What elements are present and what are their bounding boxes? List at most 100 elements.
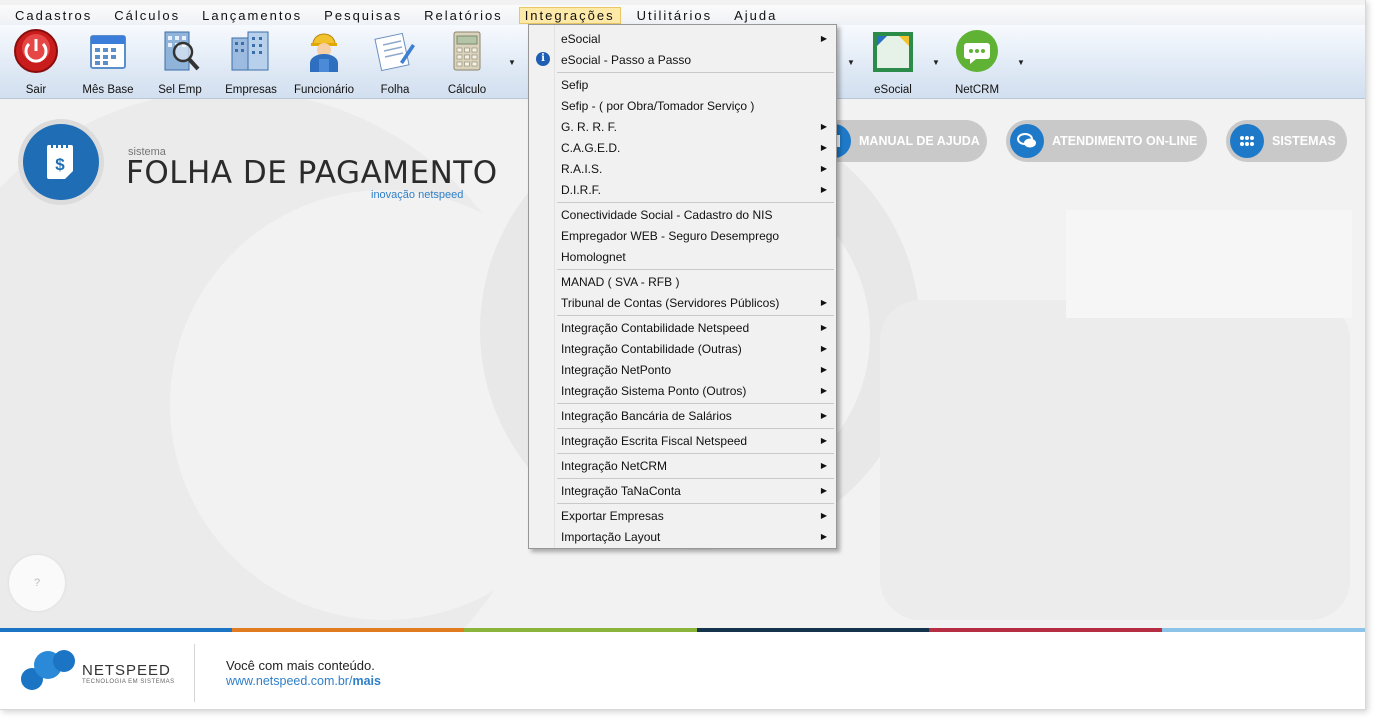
menu-item-label: G. R. R. F. bbox=[561, 120, 618, 134]
menu-separator bbox=[557, 72, 834, 73]
menu-item-empregador-web[interactable]: Empregador WEB - Seguro Desemprego bbox=[561, 226, 831, 246]
menu-calculos[interactable]: Cálculos bbox=[108, 7, 186, 24]
menu-item-sefip-obra[interactable]: Sefip - ( por Obra/Tomador Serviço ) bbox=[561, 96, 831, 116]
background-shape bbox=[880, 300, 1350, 620]
esocial-label: eSocial bbox=[874, 84, 912, 96]
funcionario-button[interactable]: Funcionário bbox=[288, 28, 360, 96]
menu-item-label: Importação Layout bbox=[561, 530, 661, 544]
footer-link-bold: mais bbox=[352, 674, 381, 688]
menu-item-label: Sefip - ( por Obra/Tomador Serviço ) bbox=[561, 99, 755, 113]
menu-separator bbox=[557, 478, 834, 479]
submenu-arrow-icon: ▶ bbox=[820, 411, 827, 420]
help-button[interactable]: ? bbox=[9, 555, 65, 611]
menu-item-tanaconta[interactable]: Integração TaNaConta ▶ bbox=[561, 481, 831, 501]
svg-text:$: $ bbox=[55, 155, 65, 174]
menu-integracoes[interactable]: Integrações bbox=[518, 6, 621, 24]
menu-item-importacao-layout[interactable]: Importação Layout ▶ bbox=[561, 527, 831, 547]
calculo-dropdown-arrow[interactable]: ▼ bbox=[508, 58, 516, 67]
sair-button[interactable]: Sair bbox=[0, 28, 72, 96]
atendimento-online-button[interactable]: ATENDIMENTO ON-LINE bbox=[1006, 120, 1207, 162]
menu-item-label: R.A.I.S. bbox=[561, 162, 603, 176]
menu-item-caged[interactable]: C.A.G.E.D. ▶ bbox=[561, 138, 831, 158]
menu-item-dirf[interactable]: D.I.R.F. ▶ bbox=[561, 180, 831, 200]
menu-bar: Cadastros Cálculos Lançamentos Pesquisas… bbox=[0, 5, 1365, 25]
menu-item-homolognet[interactable]: Homolognet bbox=[561, 247, 831, 267]
info-icon: i bbox=[536, 52, 550, 66]
netcrm-button[interactable]: NetCRM bbox=[941, 28, 1013, 96]
menu-item-exportar-empresas[interactable]: Exportar Empresas ▶ bbox=[561, 506, 831, 526]
page-subtitle: inovação netspeed bbox=[371, 189, 464, 201]
menu-item-label: MANAD ( SVA - RFB ) bbox=[561, 275, 680, 289]
menu-item-label: eSocial - Passo a Passo bbox=[561, 53, 692, 67]
esocial-dropdown-arrow[interactable]: ▼ bbox=[932, 58, 940, 67]
menu-separator bbox=[557, 403, 834, 404]
menu-item-esocial-passo-a-passo[interactable]: eSocial - Passo a Passo bbox=[561, 50, 831, 70]
menu-ajuda[interactable]: Ajuda bbox=[728, 7, 783, 24]
info-panel bbox=[1066, 210, 1352, 318]
menu-item-netponto[interactable]: Integração NetPonto ▶ bbox=[561, 360, 831, 380]
menu-item-bancaria-salarios[interactable]: Integração Bancária de Salários ▶ bbox=[561, 406, 831, 426]
buildings-icon bbox=[228, 28, 274, 74]
footer-link[interactable]: www.netspeed.com.br/mais bbox=[226, 674, 381, 688]
menu-item-label: eSocial bbox=[561, 32, 601, 46]
menu-item-manad[interactable]: MANAD ( SVA - RFB ) bbox=[561, 272, 831, 292]
menu-item-label: Integração Bancária de Salários bbox=[561, 409, 732, 423]
menu-item-conectividade-social[interactable]: Conectividade Social - Cadastro do NIS bbox=[561, 205, 831, 225]
footer-link-prefix: www.netspeed.com.br/ bbox=[226, 674, 353, 688]
netspeed-logo-icon bbox=[21, 650, 75, 690]
menu-item-contabilidade-outras[interactable]: Integração Contabilidade (Outras) ▶ bbox=[561, 339, 831, 359]
sistemas-button[interactable]: SISTEMAS bbox=[1226, 120, 1347, 162]
submenu-arrow-icon: ▶ bbox=[820, 34, 827, 43]
menu-item-netcrm[interactable]: Integração NetCRM ▶ bbox=[561, 456, 831, 476]
menu-item-label: Sefip bbox=[561, 78, 589, 92]
dropdown-arrow[interactable]: ▼ bbox=[847, 58, 855, 67]
calculo-button[interactable]: Cálculo bbox=[431, 28, 503, 96]
calculo-label: Cálculo bbox=[447, 84, 487, 96]
menu-item-label: Integração Contabilidade Netspeed bbox=[561, 321, 750, 335]
menu-item-sistema-ponto[interactable]: Integração Sistema Ponto (Outros) ▶ bbox=[561, 381, 831, 401]
menu-item-esocial[interactable]: eSocial ▶ bbox=[561, 29, 831, 49]
menu-item-escrita-fiscal[interactable]: Integração Escrita Fiscal Netspeed ▶ bbox=[561, 431, 831, 451]
menu-utilitarios[interactable]: Utilitários bbox=[631, 7, 718, 24]
system-logo: $ bbox=[18, 119, 104, 205]
submenu-arrow-icon: ▶ bbox=[820, 386, 827, 395]
menu-separator bbox=[557, 202, 834, 203]
folha-button[interactable]: Folha bbox=[359, 28, 431, 96]
folha-label: Folha bbox=[380, 84, 410, 96]
menu-pesquisas[interactable]: Pesquisas bbox=[318, 7, 408, 24]
app-window: Cadastros Cálculos Lançamentos Pesquisas… bbox=[0, 0, 1366, 710]
menu-item-label: Tribunal de Contas (Servidores Públicos) bbox=[561, 296, 780, 310]
sel-emp-button[interactable]: Sel Emp bbox=[144, 28, 216, 96]
menu-item-rais[interactable]: R.A.I.S. ▶ bbox=[561, 159, 831, 179]
submenu-arrow-icon: ▶ bbox=[820, 461, 827, 470]
mes-base-button[interactable]: Mês Base bbox=[72, 28, 144, 96]
menu-lancamentos[interactable]: Lançamentos bbox=[196, 7, 308, 24]
menu-cadastros[interactable]: Cadastros bbox=[9, 7, 98, 24]
menu-item-label: Integração Contabilidade (Outras) bbox=[561, 342, 742, 356]
menu-item-grrf[interactable]: G. R. R. F. ▶ bbox=[561, 117, 831, 137]
submenu-arrow-icon: ▶ bbox=[820, 143, 827, 152]
menu-item-label: Integração NetPonto bbox=[561, 363, 672, 377]
calculator-icon bbox=[444, 28, 490, 74]
manual-ajuda-button[interactable]: MANUAL DE AJUDA bbox=[813, 120, 987, 162]
power-icon bbox=[13, 28, 59, 74]
empresas-button[interactable]: Empresas bbox=[215, 28, 287, 96]
netcrm-dropdown-arrow[interactable]: ▼ bbox=[1017, 58, 1025, 67]
menu-item-label: D.I.R.F. bbox=[561, 183, 602, 197]
menu-item-tribunal-contas[interactable]: Tribunal de Contas (Servidores Públicos)… bbox=[561, 293, 831, 313]
menu-item-contabilidade-netspeed[interactable]: Integração Contabilidade Netspeed ▶ bbox=[561, 318, 831, 338]
menu-item-label: Integração Escrita Fiscal Netspeed bbox=[561, 434, 748, 448]
brand-name: NETSPEED bbox=[82, 662, 171, 679]
menu-separator bbox=[557, 453, 834, 454]
menu-relatorios[interactable]: Relatórios bbox=[418, 7, 509, 24]
esocial-button[interactable]: eSocial bbox=[857, 28, 929, 96]
menu-item-label: Integração NetCRM bbox=[561, 459, 668, 473]
submenu-arrow-icon: ▶ bbox=[820, 298, 827, 307]
sair-label: Sair bbox=[25, 84, 47, 96]
submenu-arrow-icon: ▶ bbox=[820, 344, 827, 353]
menu-item-sefip[interactable]: Sefip bbox=[561, 75, 831, 95]
sistemas-label: SISTEMAS bbox=[1272, 134, 1336, 148]
page-title: FOLHA DE PAGAMENTO bbox=[126, 155, 498, 191]
menu-item-label: Integração TaNaConta bbox=[561, 484, 681, 498]
submenu-arrow-icon: ▶ bbox=[820, 436, 827, 445]
